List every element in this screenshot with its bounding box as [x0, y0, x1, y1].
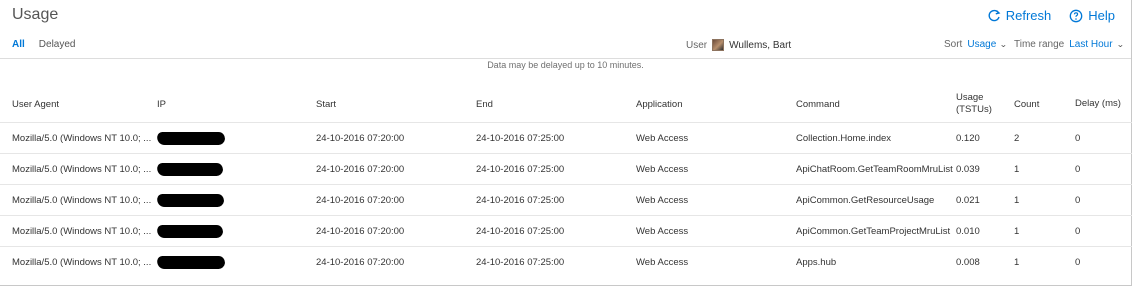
column-header-command[interactable]: Command [796, 86, 956, 123]
avatar [712, 39, 725, 51]
refresh-label: Refresh [1005, 8, 1052, 23]
cell-usage: 0.039 [956, 153, 1014, 185]
column-header-end[interactable]: End [476, 86, 636, 123]
usage-table: User Agent IP Start End Application Comm… [0, 86, 1132, 277]
table-header-row: User Agent IP Start End Application Comm… [0, 86, 1132, 123]
cell-application: Web Access [636, 215, 796, 247]
sort-control: Sort Usage ⌄ [944, 39, 1008, 50]
cell-count: 1 [1014, 184, 1075, 216]
redacted-ip [157, 184, 316, 216]
cell-start: 24-10-2016 07:20:00 [316, 246, 476, 277]
time-range-dropdown[interactable]: Last Hour ⌄ [1069, 39, 1124, 50]
page-title: Usage [12, 6, 59, 23]
cell-delay: 0 [1075, 153, 1132, 185]
cell-user-agent: Mozilla/5.0 (Windows NT 10.0; ... [0, 153, 157, 185]
cell-delay: 0 [1075, 122, 1132, 154]
cell-start: 24-10-2016 07:20:00 [316, 184, 476, 216]
header-actions: Refresh Help [987, 8, 1115, 23]
cell-count: 1 [1014, 246, 1075, 277]
cell-end: 24-10-2016 07:25:00 [476, 184, 636, 216]
user-name: Wullems, Bart [729, 39, 792, 51]
cell-end: 24-10-2016 07:25:00 [476, 153, 636, 185]
cell-command: ApiCommon.GetResourceUsage [796, 184, 956, 216]
column-header-user-agent[interactable]: User Agent [0, 86, 157, 123]
cell-command: Collection.Home.index [796, 122, 956, 154]
help-label: Help [1088, 8, 1115, 23]
chevron-down-icon: ⌄ [999, 40, 1008, 49]
cell-count: 2 [1014, 122, 1075, 154]
table-row[interactable]: Mozilla/5.0 (Windows NT 10.0; ... 24-10-… [0, 215, 1132, 247]
cell-usage: 0.008 [956, 246, 1014, 277]
table-row[interactable]: Mozilla/5.0 (Windows NT 10.0; ... 24-10-… [0, 122, 1132, 154]
cell-application: Web Access [636, 184, 796, 216]
time-range-value: Last Hour [1069, 39, 1113, 50]
cell-usage: 0.021 [956, 184, 1014, 216]
table-row[interactable]: Mozilla/5.0 (Windows NT 10.0; ... 24-10-… [0, 153, 1132, 185]
column-header-start[interactable]: Start [316, 86, 476, 123]
user-filter[interactable]: User Wullems, Bart [686, 39, 791, 51]
sort-value: Usage [967, 39, 997, 50]
sort-label: Sort [944, 39, 963, 50]
cell-user-agent: Mozilla/5.0 (Windows NT 10.0; ... [0, 215, 157, 247]
cell-command: Apps.hub [796, 246, 956, 277]
cell-user-agent: Mozilla/5.0 (Windows NT 10.0; ... [0, 122, 157, 154]
redaction-mark [157, 224, 224, 238]
redaction-mark [157, 255, 226, 269]
cell-end: 24-10-2016 07:25:00 [476, 122, 636, 154]
cell-application: Web Access [636, 153, 796, 185]
cell-application: Web Access [636, 122, 796, 154]
cell-start: 24-10-2016 07:20:00 [316, 153, 476, 185]
column-header-usage[interactable]: Usage (TSTUs) [956, 86, 1014, 123]
time-range-control: Time range Last Hour ⌄ [1014, 39, 1124, 50]
refresh-button[interactable]: Refresh [987, 8, 1052, 23]
cell-delay: 0 [1075, 215, 1132, 247]
cell-command: ApiCommon.GetTeamProjectMruList [796, 215, 956, 247]
cell-end: 24-10-2016 07:25:00 [476, 215, 636, 247]
tab-all[interactable]: All [12, 39, 25, 50]
redaction-mark [157, 162, 224, 176]
table-row[interactable]: Mozilla/5.0 (Windows NT 10.0; ... 24-10-… [0, 246, 1132, 277]
redaction-mark [157, 193, 225, 207]
column-header-application[interactable]: Application [636, 86, 796, 123]
cell-end: 24-10-2016 07:25:00 [476, 246, 636, 277]
cell-user-agent: Mozilla/5.0 (Windows NT 10.0; ... [0, 184, 157, 216]
divider [0, 58, 1131, 59]
cell-usage: 0.010 [956, 215, 1014, 247]
user-label: User [686, 39, 708, 51]
time-range-label: Time range [1014, 39, 1065, 50]
cell-start: 24-10-2016 07:20:00 [316, 122, 476, 154]
column-header-count[interactable]: Count [1014, 86, 1075, 123]
cell-start: 24-10-2016 07:20:00 [316, 215, 476, 247]
help-icon [1069, 9, 1083, 22]
sort-dropdown[interactable]: Usage ⌄ [967, 39, 1007, 50]
redaction-mark [157, 131, 226, 145]
redacted-ip [157, 215, 316, 247]
column-header-ip[interactable]: IP [157, 86, 316, 123]
chevron-down-icon: ⌄ [1115, 40, 1124, 49]
redacted-ip [157, 246, 316, 277]
cell-application: Web Access [636, 246, 796, 277]
cell-count: 1 [1014, 215, 1075, 247]
cell-user-agent: Mozilla/5.0 (Windows NT 10.0; ... [0, 246, 157, 277]
delay-notice: Data may be delayed up to 10 minutes. [487, 60, 644, 70]
cell-usage: 0.120 [956, 122, 1014, 154]
filter-tabs: All Delayed [12, 39, 75, 50]
cell-delay: 0 [1075, 246, 1132, 277]
table-row[interactable]: Mozilla/5.0 (Windows NT 10.0; ... 24-10-… [0, 184, 1132, 216]
tab-delayed[interactable]: Delayed [39, 39, 76, 50]
redacted-ip [157, 153, 316, 185]
cell-count: 1 [1014, 153, 1075, 185]
help-button[interactable]: Help [1069, 8, 1115, 23]
redacted-ip [157, 122, 316, 154]
cell-command: ApiChatRoom.GetTeamRoomMruList [796, 153, 956, 185]
refresh-icon [988, 9, 1001, 21]
column-header-delay[interactable]: Delay (ms) [1075, 86, 1132, 123]
cell-delay: 0 [1075, 184, 1132, 216]
